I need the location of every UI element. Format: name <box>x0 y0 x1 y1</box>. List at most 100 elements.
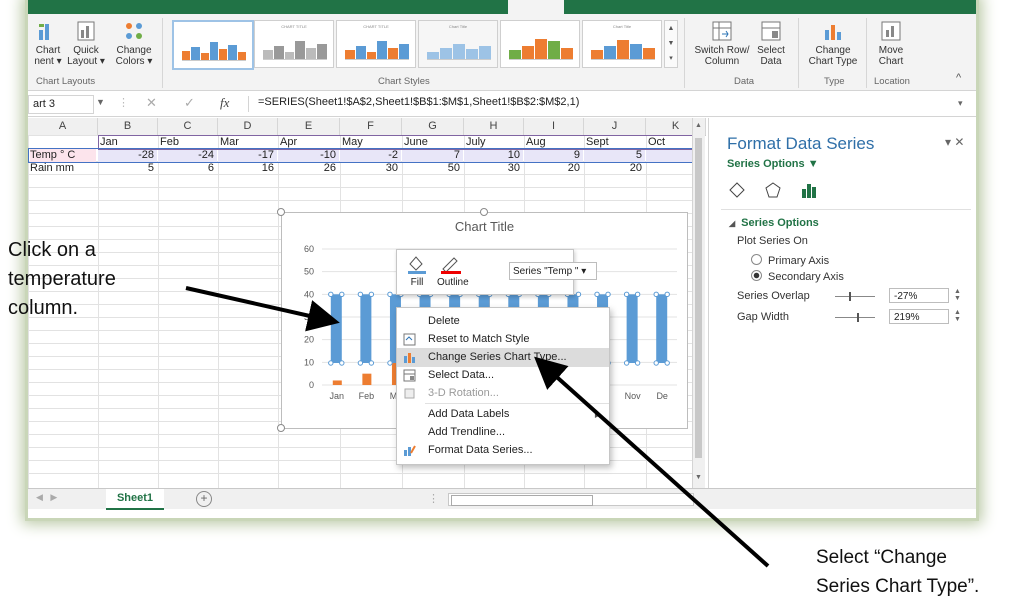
enter-icon[interactable]: ✓ <box>184 95 195 111</box>
series-selector[interactable]: Series "Temp " ▾ <box>509 262 597 280</box>
row-label[interactable]: Rain mm <box>30 162 96 175</box>
column-header[interactable]: G <box>402 118 464 136</box>
fill-line-tab[interactable] <box>727 180 747 203</box>
quick-layout-button[interactable]: Quick Layout ▾ <box>66 20 106 67</box>
formula-input[interactable]: =SERIES(Sheet1!$A$2,Sheet1!$B$1:$M$1,She… <box>258 96 579 108</box>
cell-value[interactable]: 26 <box>278 162 339 175</box>
collapse-ribbon-icon[interactable]: ^ <box>956 72 961 84</box>
selection-handle[interactable] <box>387 291 393 298</box>
expand-formula-icon[interactable]: ▾ <box>958 98 963 109</box>
column-header[interactable]: E <box>278 118 340 136</box>
select-data-button[interactable]: Select Data <box>752 20 790 67</box>
column-header[interactable]: I <box>524 118 584 136</box>
gap-spinner[interactable]: ▲ ▼ <box>954 309 961 323</box>
column-header[interactable]: J <box>584 118 646 136</box>
fill-button[interactable]: Fill <box>405 254 429 288</box>
chart-style-4[interactable]: Chart Title <box>418 20 498 68</box>
menu-reset-style[interactable]: Reset to Match Style <box>397 330 609 349</box>
cell-value[interactable]: 30 <box>340 162 401 175</box>
rain-bar[interactable] <box>332 380 342 385</box>
column-header[interactable]: B <box>98 118 158 136</box>
selection-handle[interactable] <box>653 291 659 298</box>
menu-add-data-labels[interactable]: Add Data Labels ▶ <box>397 405 609 424</box>
insert-function-icon[interactable]: fx <box>220 95 229 111</box>
temperature-bar[interactable] <box>360 294 372 363</box>
selection-handle[interactable] <box>623 360 630 366</box>
temperature-bar[interactable] <box>656 294 668 363</box>
cell-value[interactable]: 50 <box>402 162 463 175</box>
selection-handle[interactable] <box>594 291 600 298</box>
vertical-scrollbar[interactable]: ▲ ▼ <box>692 118 705 488</box>
column-header[interactable]: H <box>464 118 524 136</box>
menu-format-data-series[interactable]: Format Data Series... <box>397 441 609 460</box>
pane-close-icon[interactable]: ▾ ✕ <box>945 135 964 149</box>
selection-handle[interactable] <box>368 291 375 298</box>
gap-width-slider[interactable] <box>835 313 875 322</box>
series-options-section[interactable]: ◢ Series Options <box>729 217 819 229</box>
selection-handle[interactable] <box>664 360 670 366</box>
series-overlap-input[interactable]: -27% <box>889 288 949 303</box>
add-chart-element-button[interactable]: Chart nent ▾ <box>30 20 66 67</box>
cell-value[interactable]: 20 <box>584 162 645 175</box>
name-box-dropdown-icon[interactable]: ▼ <box>96 97 105 107</box>
selection-handle[interactable] <box>575 291 582 298</box>
selection-handle[interactable] <box>653 360 659 366</box>
secondary-axis-radio[interactable]: Secondary Axis <box>751 270 844 283</box>
selection-handle[interactable] <box>605 291 611 298</box>
selection-handle[interactable] <box>357 360 364 366</box>
tab-sheet1[interactable]: Sheet1 <box>106 489 164 510</box>
series-options-dropdown[interactable]: Series Options ▼ <box>727 158 819 170</box>
menu-add-trendline[interactable]: Add Trendline... <box>397 423 609 442</box>
scroll-thumb[interactable] <box>695 138 702 458</box>
series-overlap-slider[interactable] <box>835 292 875 301</box>
rain-bar[interactable] <box>362 373 372 385</box>
temperature-bar[interactable] <box>626 294 638 363</box>
chart-style-1[interactable] <box>172 20 254 70</box>
selection-handle[interactable] <box>623 291 630 298</box>
change-colors-button[interactable]: Change Colors ▾ <box>112 20 156 67</box>
series-options-tab[interactable] <box>799 180 819 203</box>
overlap-spinner[interactable]: ▲ ▼ <box>954 288 961 302</box>
chart-styles-scroll[interactable]: ▲ ▼ ▾ <box>664 20 678 68</box>
cell-value[interactable]: 20 <box>524 162 583 175</box>
primary-axis-radio[interactable]: Primary Axis <box>751 254 829 267</box>
column-header[interactable]: F <box>340 118 402 136</box>
chart-style-3[interactable]: CHART TITLE <box>336 20 416 68</box>
chart-style-5[interactable] <box>500 20 580 68</box>
selection-handle[interactable] <box>328 291 334 298</box>
selection-handle[interactable] <box>368 360 375 366</box>
gap-width-input[interactable]: 219% <box>889 309 949 324</box>
cancel-icon[interactable]: ✕ <box>146 95 157 111</box>
chart-style-2[interactable]: CHART TITLE <box>254 20 334 68</box>
cell-value[interactable]: 5 <box>98 162 157 175</box>
selection-handle[interactable] <box>387 360 393 366</box>
selection-handle[interactable] <box>634 360 641 366</box>
effects-tab[interactable] <box>763 180 783 203</box>
change-chart-type-button[interactable]: Change Chart Type <box>806 20 860 67</box>
selection-handle[interactable] <box>664 291 670 298</box>
column-header[interactable]: A <box>28 118 98 136</box>
name-box[interactable]: art 3 <box>28 95 94 114</box>
outline-button[interactable]: Outline <box>437 254 469 288</box>
column-header[interactable]: C <box>158 118 218 136</box>
selection-handle[interactable] <box>634 291 641 298</box>
tab-scroll-icons[interactable]: ◀ ▶ <box>36 492 57 503</box>
selection-handle[interactable] <box>328 360 334 366</box>
move-chart-button[interactable]: Move Chart <box>872 20 910 67</box>
temperature-bar[interactable] <box>330 294 342 363</box>
menu-select-data[interactable]: Select Data... <box>397 366 609 385</box>
selection-handle[interactable] <box>339 291 345 298</box>
switch-row-column-button[interactable]: Switch Row/ Column <box>692 20 752 67</box>
selection-handle[interactable] <box>339 360 345 366</box>
horizontal-scrollbar[interactable] <box>448 493 694 506</box>
menu-delete[interactable]: Delete <box>397 312 609 331</box>
selection-handle[interactable] <box>357 291 364 298</box>
menu-change-series-chart-type[interactable]: Change Series Chart Type... <box>397 348 609 367</box>
chart-style-6[interactable]: Chart Title <box>582 20 662 68</box>
scroll-down-icon[interactable]: ▼ <box>695 474 702 481</box>
cell-value[interactable]: 30 <box>464 162 523 175</box>
cell-value[interactable]: 16 <box>218 162 277 175</box>
column-header[interactable]: D <box>218 118 278 136</box>
scroll-up-icon[interactable]: ▲ <box>695 122 702 129</box>
new-sheet-button[interactable]: + <box>196 491 212 507</box>
